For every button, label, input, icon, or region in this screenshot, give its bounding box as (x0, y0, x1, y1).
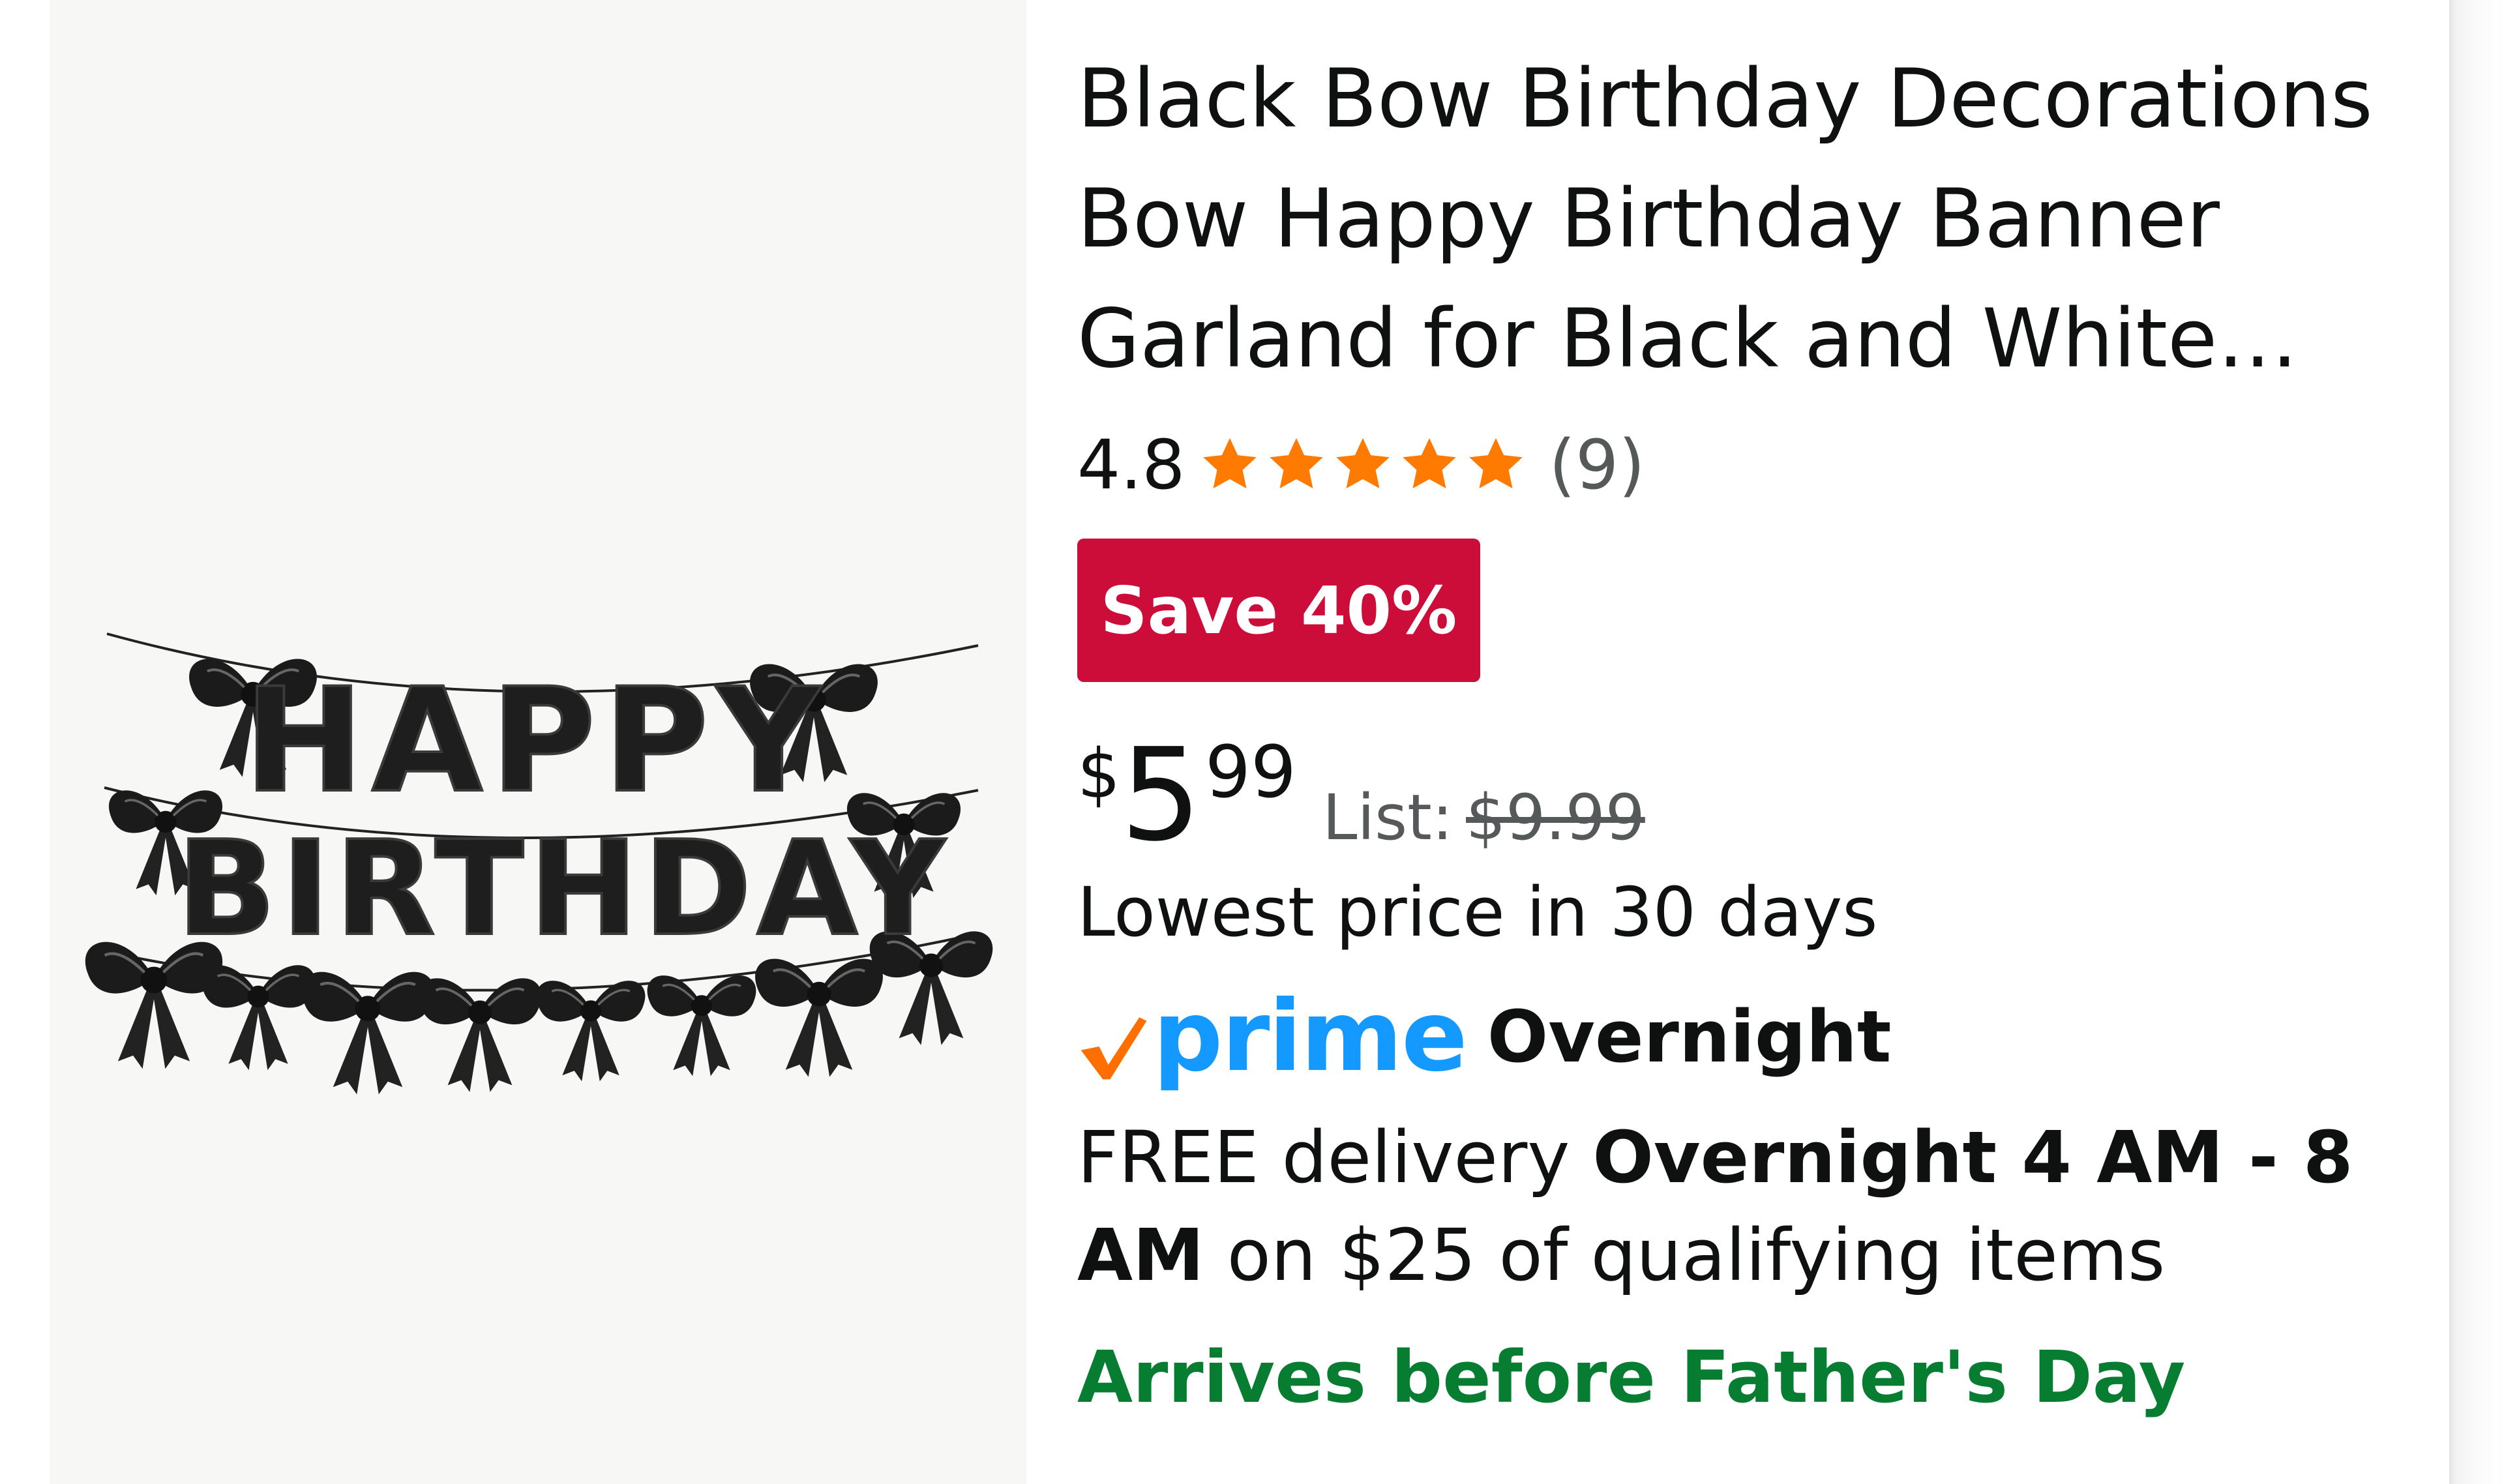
price-fraction: 99 (1205, 730, 1296, 814)
prime-speed: Overnight (1487, 995, 1892, 1078)
list-price: $9.99 (1466, 781, 1645, 854)
deal-badge: Save 40% (1077, 539, 1480, 682)
star-icon (1336, 438, 1390, 489)
birthday-banner-illustration: HAPPY BIRTHDAY (50, 632, 994, 1484)
review-count[interactable]: (9) (1549, 425, 1645, 505)
banner-text-birthday: BIRTHDAY (177, 813, 950, 965)
prime-check-icon (1081, 1017, 1147, 1080)
product-title[interactable]: Black Bow Birthday Decorations Bow Happy… (1077, 39, 2381, 399)
rating-value: 4.8 (1077, 425, 1185, 505)
lowest-price-note: Lowest price in 30 days (1077, 872, 1878, 952)
price-whole: 5 (1120, 721, 1202, 870)
star-icon (1203, 438, 1257, 489)
delivery-suffix: on $25 of qualifying items (1227, 1213, 2166, 1297)
star-icon (1270, 438, 1324, 489)
star-icon (1403, 438, 1457, 489)
rating-row[interactable]: 4.8 (9) (1077, 423, 1645, 507)
star-icon (1469, 438, 1523, 489)
list-price-label: List: (1322, 781, 1453, 854)
card-edge (2449, 0, 2504, 1484)
product-card[interactable]: HAPPY BIRTHDAY Black Bow Birthday Decora… (0, 0, 2452, 1484)
delivery-info: FREE delivery Overnight 4 AM - 8 AM on $… (1077, 1108, 2421, 1304)
product-image[interactable]: HAPPY BIRTHDAY (50, 0, 1026, 1484)
arrives-note: Arrives before Father's Day (1077, 1335, 2186, 1419)
star-rating (1199, 434, 1532, 496)
price: $ 5 99 List: $9.99 (1077, 724, 2121, 867)
banner-text-happy: HAPPY (244, 657, 828, 824)
prime-delivery-badge: prime Overnight (1077, 978, 1892, 1095)
delivery-prefix: FREE delivery (1077, 1116, 1570, 1199)
price-currency: $ (1077, 734, 1121, 814)
prime-logo: prime (1153, 980, 1468, 1093)
